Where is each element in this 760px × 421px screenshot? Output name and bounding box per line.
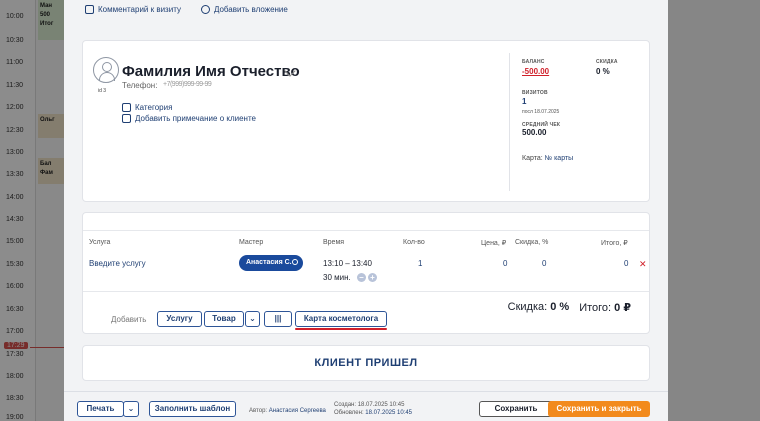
- updated-meta: Обновлен: 18.07.2025 10:45: [334, 410, 412, 416]
- add-service-button[interactable]: Услугу: [157, 311, 202, 327]
- author-meta: Автор: Анастасия Сергеева: [249, 408, 326, 414]
- visit-comment-link[interactable]: Комментарий к визиту: [85, 5, 181, 14]
- card-number-link[interactable]: № карты: [545, 155, 574, 162]
- add-label: Добавить: [111, 315, 147, 324]
- add-product-button[interactable]: Товар: [204, 311, 244, 327]
- note-icon: [122, 114, 131, 123]
- cosmetologist-card-button[interactable]: Карта косметолога: [295, 311, 387, 327]
- add-attachment-label: Добавить вложение: [213, 5, 288, 14]
- header-discount: Скидка, %: [515, 239, 549, 246]
- total-value: 0: [624, 259, 629, 268]
- divider: [83, 291, 649, 292]
- master-name: Анастасия С.: [246, 259, 292, 266]
- comment-icon: [85, 5, 94, 14]
- author-value: Анастасия Сергеева: [268, 408, 326, 414]
- stats-divider: [509, 53, 510, 191]
- divider: [83, 230, 649, 231]
- visits-label: ВИЗИТОВ: [522, 90, 548, 96]
- balance-label: БАЛАНС: [522, 59, 545, 65]
- time-range[interactable]: 13:10 – 13:40: [323, 259, 372, 268]
- updated-value: 18.07.2025 10:45: [365, 410, 413, 416]
- totals-discount-label: Скидка:: [507, 301, 548, 313]
- discount-label: СКИДКА: [596, 59, 618, 65]
- visit-modal: Комментарий к визиту Добавить вложение i…: [64, 0, 668, 421]
- add-client-note-label: Добавить примечание о клиенте: [135, 114, 256, 123]
- service-input[interactable]: Введите услугу: [89, 259, 146, 268]
- header-qty: Кол-во: [403, 239, 425, 246]
- category-label: Категория: [135, 103, 173, 112]
- save-and-close-button[interactable]: Сохранить и закрыть: [548, 401, 650, 417]
- created-value: 18.07.2025 10:45: [357, 402, 405, 408]
- phone-value: +7(999)999-99-99: [163, 81, 212, 88]
- remove-row-icon[interactable]: ✕: [639, 259, 647, 270]
- totals-total-label: Итого:: [579, 302, 612, 314]
- totals-total: Итого: 0 ₽: [579, 301, 631, 314]
- visit-comment-label: Комментарий к визиту: [98, 5, 181, 14]
- totals-discount: Скидка: 0 %: [508, 301, 570, 314]
- visits-value[interactable]: 1: [522, 97, 526, 106]
- created-meta: Создан: 18.07.2025 10:45: [334, 402, 404, 408]
- client-arrived-button[interactable]: КЛИЕНТ ПРИШЕЛ: [82, 345, 650, 381]
- client-name[interactable]: Фамилия Имя Отчество: [122, 63, 300, 80]
- discount-value: 0 %: [596, 67, 610, 76]
- product-dropdown-button[interactable]: ⌄: [245, 311, 260, 327]
- card-label: Карта:: [522, 155, 543, 162]
- totals-discount-value: 0 %: [550, 301, 570, 313]
- header-total: Итого, ₽: [601, 240, 628, 247]
- fill-template-button[interactable]: Заполнить шаблон: [149, 401, 236, 417]
- header-service: Услуга: [89, 239, 111, 246]
- balance-value[interactable]: -500.00: [522, 67, 549, 76]
- category-link[interactable]: Категория: [122, 103, 172, 112]
- decrease-duration-button[interactable]: –: [357, 273, 366, 282]
- header-price: Цена, ₽: [481, 240, 507, 247]
- totals: Скидка: 0 % Итого: 0 ₽: [508, 301, 631, 314]
- paperclip-icon: [200, 5, 210, 14]
- price-value[interactable]: 0: [503, 259, 507, 268]
- created-label: Создан:: [334, 402, 357, 408]
- qty-value[interactable]: 1: [418, 259, 422, 268]
- master-select[interactable]: Анастасия С.: [239, 255, 303, 271]
- totals-total-value: 0 ₽: [614, 302, 631, 314]
- modal-footer: Печать ⌄ Заполнить шаблон Автор: Анастас…: [64, 391, 668, 421]
- add-client-note-link[interactable]: Добавить примечание о клиенте: [122, 114, 256, 123]
- print-dropdown-button[interactable]: ⌄: [123, 401, 139, 417]
- tag-icon: [122, 103, 131, 112]
- avatar: [93, 57, 119, 83]
- client-card: id 3 Фамилия Имя Отчество Телефон: +7(99…: [82, 40, 650, 202]
- increase-duration-button[interactable]: +: [368, 273, 377, 282]
- avg-check-value: 500.00: [522, 128, 547, 137]
- search-icon: [292, 259, 298, 265]
- phone-label: Телефон:: [122, 81, 158, 90]
- visit-top-links: Комментарий к визиту Добавить вложение: [85, 5, 288, 14]
- active-underline: [295, 328, 387, 330]
- barcode-icon[interactable]: |||: [264, 311, 292, 327]
- discount-value[interactable]: 0: [542, 259, 546, 268]
- last-visit-date: посл 18.07.2025: [522, 109, 560, 115]
- save-button[interactable]: Сохранить: [479, 401, 553, 417]
- header-time: Время: [323, 239, 345, 246]
- services-card: Услуга Мастер Время Кол-во Цена, ₽ Скидк…: [82, 212, 650, 334]
- header-master: Мастер: [239, 239, 264, 246]
- updated-label: Обновлен:: [334, 410, 364, 416]
- add-attachment-link[interactable]: Добавить вложение: [200, 5, 288, 14]
- duration: 30 мин.: [323, 273, 351, 282]
- client-id: id 3: [98, 88, 107, 94]
- print-button[interactable]: Печать: [77, 401, 124, 417]
- author-label: Автор:: [249, 408, 268, 414]
- loyalty-card-line: Карта: № карты: [522, 155, 573, 162]
